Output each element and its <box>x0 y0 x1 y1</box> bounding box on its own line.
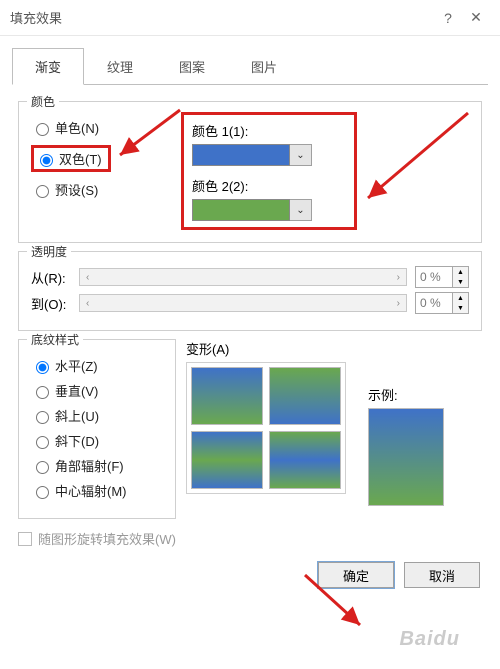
slider-left-icon: ‹ <box>86 272 89 283</box>
color2-select[interactable]: ⌄ <box>192 199 346 221</box>
color1-label: 颜色 1(1): <box>192 121 346 140</box>
close-button[interactable]: ✕ <box>462 9 490 26</box>
ok-button[interactable]: 确定 <box>318 562 394 588</box>
window-title: 填充效果 <box>10 8 434 27</box>
spin-up-icon[interactable]: ▲ <box>452 267 468 277</box>
rotate-checkbox[interactable]: 随图形旋转填充效果(W) <box>18 529 482 548</box>
transparency-legend: 透明度 <box>27 243 71 260</box>
radio-corner[interactable]: 角部辐射(F) <box>31 456 163 475</box>
spin-down-icon[interactable]: ▼ <box>452 303 468 313</box>
variants-label: 变形(A) <box>186 339 346 358</box>
variant-2[interactable] <box>269 367 341 425</box>
sample-preview <box>368 408 444 506</box>
shading-legend: 底纹样式 <box>27 331 83 348</box>
cancel-button[interactable]: 取消 <box>404 562 480 588</box>
spin-down-icon[interactable]: ▼ <box>452 277 468 287</box>
radio-diag-up[interactable]: 斜上(U) <box>31 406 163 425</box>
variant-3[interactable] <box>191 431 263 489</box>
watermark: Baidu <box>399 628 460 651</box>
colors-group: 颜色 单色(N) 双色(T) 预设(S) 颜色 1(1): <box>18 101 482 243</box>
from-label: 从(R): <box>31 268 79 287</box>
transparency-group: 透明度 从(R): ‹› 0 % ▲▼ 到(O): ‹› 0 % ▲▼ <box>18 251 482 331</box>
to-label: 到(O): <box>31 294 79 313</box>
radio-horizontal[interactable]: 水平(Z) <box>31 356 163 375</box>
color1-select[interactable]: ⌄ <box>192 144 346 166</box>
tab-picture[interactable]: 图片 <box>228 48 300 85</box>
slider-right-icon: › <box>397 298 400 309</box>
shading-group: 底纹样式 水平(Z) 垂直(V) 斜上(U) 斜下(D) 角部辐射(F) 中心辐… <box>18 339 176 519</box>
sample-label: 示例: <box>368 385 398 404</box>
help-button[interactable]: ? <box>434 10 462 26</box>
slider-left-icon: ‹ <box>86 298 89 309</box>
tab-strip: 渐变 纹理 图案 图片 <box>12 48 488 85</box>
from-slider[interactable]: ‹› <box>79 268 407 286</box>
colors-legend: 颜色 <box>27 93 59 110</box>
radio-center[interactable]: 中心辐射(M) <box>31 481 163 500</box>
color1-swatch <box>192 144 290 166</box>
tab-texture[interactable]: 纹理 <box>84 48 156 85</box>
variant-1[interactable] <box>191 367 263 425</box>
radio-vertical[interactable]: 垂直(V) <box>31 381 163 400</box>
radio-preset[interactable]: 预设(S) <box>31 180 181 199</box>
color1-dropdown-icon[interactable]: ⌄ <box>290 144 312 166</box>
title-bar: 填充效果 ? ✕ <box>0 0 500 36</box>
color2-label: 颜色 2(2): <box>192 176 346 195</box>
variants-grid <box>186 362 346 494</box>
slider-right-icon: › <box>397 272 400 283</box>
checkbox-icon <box>18 532 32 546</box>
tab-pattern[interactable]: 图案 <box>156 48 228 85</box>
to-slider[interactable]: ‹› <box>79 294 407 312</box>
radio-diag-down[interactable]: 斜下(D) <box>31 431 163 450</box>
radio-two-color[interactable]: 双色(T) <box>35 149 102 168</box>
radio-one-color[interactable]: 单色(N) <box>31 118 181 137</box>
from-spinner[interactable]: 0 % ▲▼ <box>415 266 469 288</box>
color2-dropdown-icon[interactable]: ⌄ <box>290 199 312 221</box>
variant-4[interactable] <box>269 431 341 489</box>
to-spinner[interactable]: 0 % ▲▼ <box>415 292 469 314</box>
color2-swatch <box>192 199 290 221</box>
spin-up-icon[interactable]: ▲ <box>452 293 468 303</box>
tab-gradient[interactable]: 渐变 <box>12 48 84 85</box>
